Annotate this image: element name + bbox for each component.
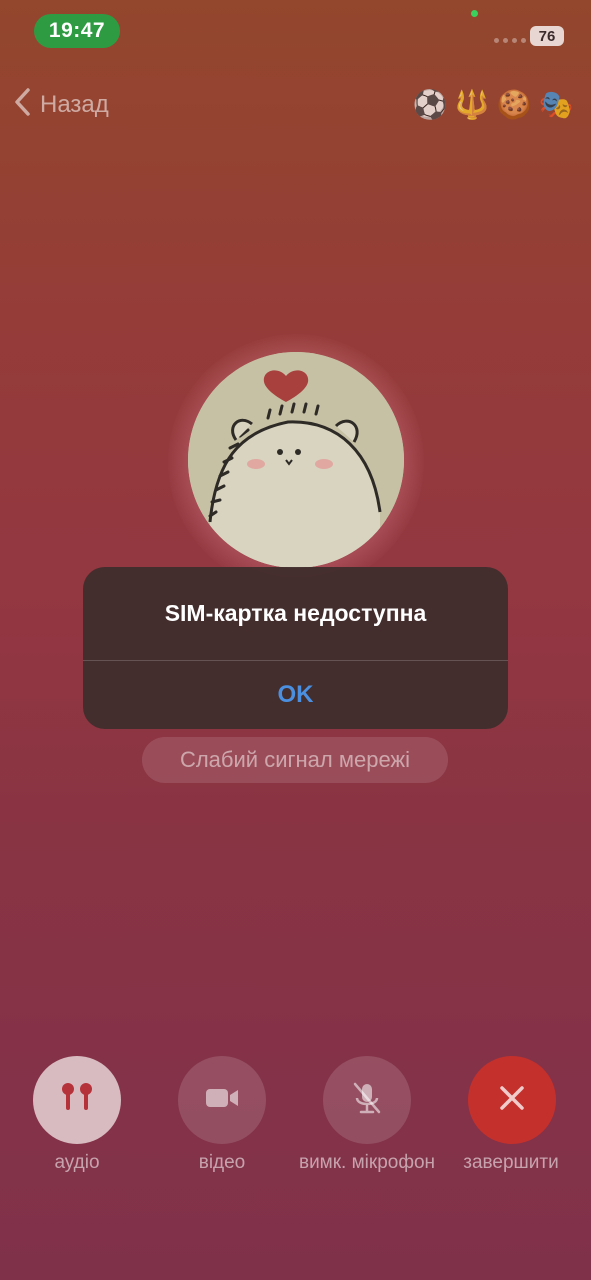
trident-icon: 🔱 [454, 88, 490, 120]
video-label: відео [198, 1152, 246, 1173]
back-label: Назад [40, 91, 109, 118]
avatar [188, 352, 404, 568]
mute-microphone-button[interactable] [323, 1056, 411, 1144]
end-call-button[interactable] [468, 1056, 556, 1144]
status-time[interactable]: 19:47 [34, 14, 120, 48]
sim-unavailable-alert: SIM-картка недоступна OK [83, 567, 508, 729]
cookie-icon: 🍪 [496, 88, 532, 120]
microphone-off-icon [347, 1078, 387, 1123]
video-camera-icon [202, 1078, 242, 1123]
theater-masks-icon: 🎭 [538, 88, 574, 120]
alert-ok-button[interactable]: OK [83, 661, 508, 729]
close-icon [492, 1078, 532, 1123]
alert-title: SIM-картка недоступна [164, 599, 427, 626]
audio-label: аудіо [54, 1152, 100, 1173]
back-button[interactable]: Назад [12, 84, 109, 126]
end-call-label: завершити [463, 1152, 559, 1173]
hedgehog-avatar-icon [188, 352, 404, 568]
audio-button[interactable] [33, 1056, 121, 1144]
airpods-icon [57, 1078, 97, 1123]
soccer-ball-icon: ⚽ [412, 88, 448, 120]
video-button[interactable] [178, 1056, 266, 1144]
emoji-fingerprint[interactable]: ⚽ 🔱 🍪 🎭 [412, 86, 574, 122]
signal-dots-icon [494, 38, 526, 43]
mute-label: вимк. мікрофон [298, 1152, 436, 1173]
chevron-left-icon [12, 87, 34, 124]
network-status-badge: Слабий сигнал мережі [142, 737, 448, 783]
camera-indicator-icon [471, 10, 478, 17]
battery-indicator: 76 [530, 26, 564, 46]
